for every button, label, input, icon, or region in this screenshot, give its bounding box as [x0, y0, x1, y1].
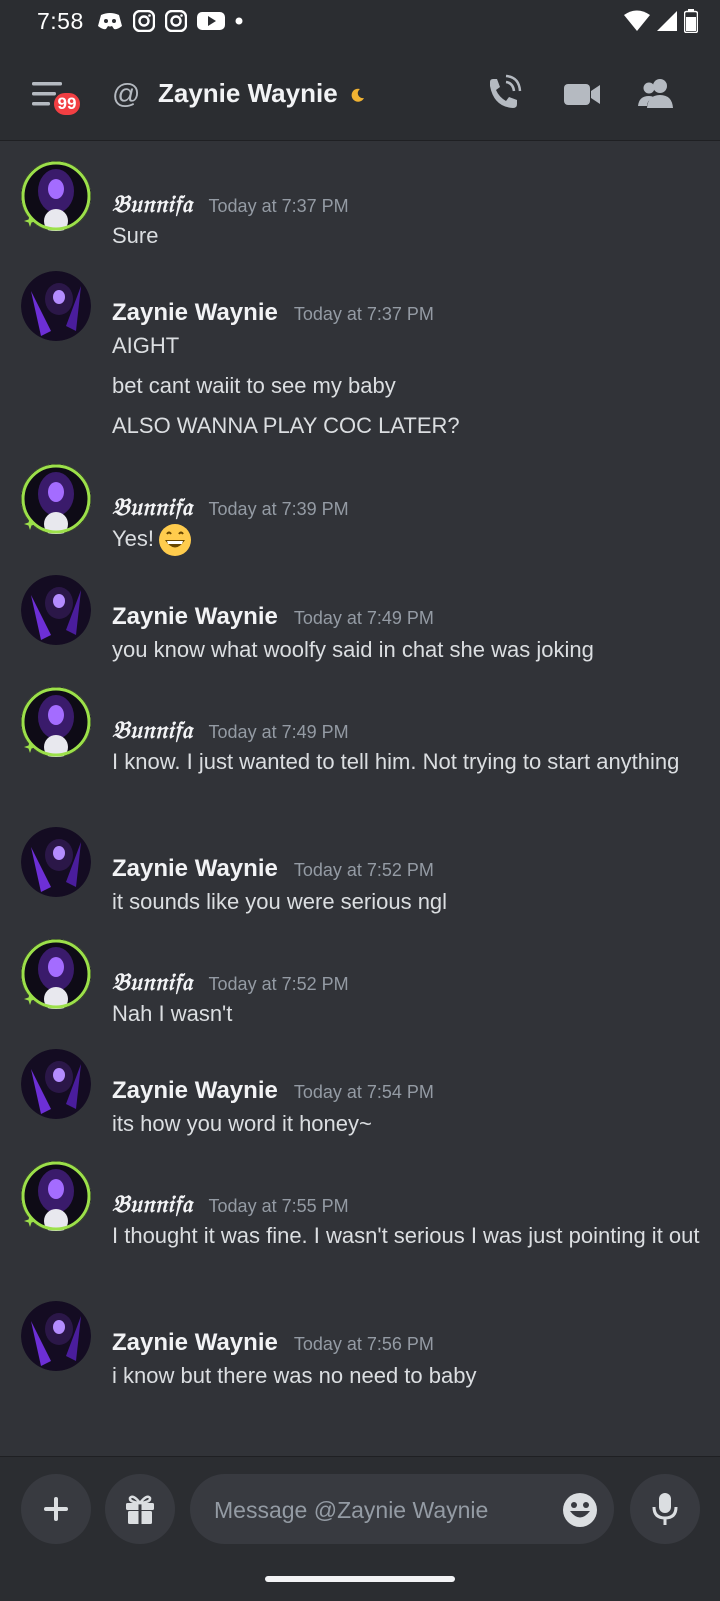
battery-icon — [684, 9, 698, 33]
message-text: AIGHT — [112, 333, 180, 358]
timestamp: Today at 7:39 PM — [208, 499, 349, 519]
author-name[interactable]: 𝔅𝔲𝔫𝔫𝔦𝔣𝔞 — [112, 1189, 193, 1218]
wifi-icon — [624, 10, 650, 31]
instagram-notification-icon — [133, 10, 155, 32]
message-text-content: Yes! — [112, 526, 155, 551]
avatar[interactable] — [21, 1049, 91, 1119]
online-status-icon — [24, 215, 36, 227]
message-text: bet cant waiit to see my baby — [112, 373, 396, 398]
message-header: 𝔅𝔲𝔫𝔫𝔦𝔣𝔞 Today at 7:37 PM — [112, 189, 349, 218]
home-indicator[interactable] — [265, 1576, 455, 1582]
author-name[interactable]: Zaynie Waynie — [112, 855, 278, 883]
timestamp: Today at 7:37 PM — [293, 304, 434, 324]
video-call-button[interactable] — [562, 74, 602, 114]
avatar[interactable] — [21, 271, 91, 341]
author-name[interactable]: 𝔅𝔲𝔫𝔫𝔦𝔣𝔞 — [112, 492, 193, 521]
message-text: I thought it was fine. I wasn't serious … — [112, 1223, 700, 1248]
grinning-face-icon — [159, 524, 192, 557]
plus-icon — [44, 1497, 68, 1521]
avatar[interactable] — [21, 1301, 91, 1371]
page-title[interactable]: Zaynie Waynie — [158, 78, 338, 109]
signal-icon — [657, 11, 677, 31]
message-text: Nah I wasn't — [112, 1001, 233, 1026]
unread-badge: 99 — [52, 91, 82, 117]
timestamp: Today at 7:52 PM — [208, 974, 349, 994]
voice-message-button[interactable] — [630, 1474, 700, 1544]
message-text: you know what woolfy said in chat she wa… — [112, 637, 594, 662]
youtube-notification-icon — [197, 12, 225, 30]
avatar[interactable] — [21, 575, 91, 645]
message-header: 𝔅𝔲𝔫𝔫𝔦𝔣𝔞 Today at 7:52 PM — [112, 967, 349, 996]
timestamp: Today at 7:54 PM — [293, 1082, 434, 1102]
message-header: Zaynie Waynie Today at 7:56 PM — [112, 1329, 434, 1357]
timestamp: Today at 7:49 PM — [293, 608, 434, 628]
gift-icon — [126, 1495, 154, 1524]
call-button[interactable] — [484, 74, 524, 114]
message-header: 𝔅𝔲𝔫𝔫𝔦𝔣𝔞 Today at 7:49 PM — [112, 715, 349, 744]
author-name[interactable]: 𝔅𝔲𝔫𝔫𝔦𝔣𝔞 — [112, 967, 193, 996]
online-status-icon — [24, 993, 36, 1005]
author-name[interactable]: Zaynie Waynie — [112, 1329, 278, 1357]
online-status-icon — [24, 518, 36, 530]
add-attachment-button[interactable] — [21, 1474, 91, 1544]
notification-icons — [97, 10, 243, 32]
message-header: Zaynie Waynie Today at 7:37 PM — [112, 299, 434, 327]
message-input-container — [190, 1474, 614, 1546]
instagram-notification-icon-2 — [165, 10, 187, 32]
message-text: Yes! — [112, 522, 702, 557]
message-text: its how you word it honey~ — [112, 1111, 372, 1136]
author-name[interactable]: 𝔅𝔲𝔫𝔫𝔦𝔣𝔞 — [112, 189, 193, 218]
emoji-picker-button[interactable] — [562, 1492, 598, 1528]
online-status-icon — [24, 1215, 36, 1227]
discord-notification-icon — [98, 13, 122, 30]
timestamp: Today at 7:37 PM — [208, 196, 349, 216]
microphone-icon — [652, 1493, 678, 1525]
gift-button[interactable] — [105, 1474, 175, 1544]
message-input[interactable] — [212, 1474, 546, 1546]
message-text: i know but there was no need to baby — [112, 1363, 477, 1388]
avatar[interactable] — [21, 827, 91, 897]
channel-header: 99 @ Zaynie Waynie — [0, 44, 720, 141]
timestamp: Today at 7:49 PM — [208, 722, 349, 742]
author-name[interactable]: Zaynie Waynie — [112, 299, 278, 327]
online-status-icon — [24, 741, 36, 753]
message-header: Zaynie Waynie Today at 7:54 PM — [112, 1077, 434, 1105]
message-header: 𝔅𝔲𝔫𝔫𝔦𝔣𝔞 Today at 7:39 PM — [112, 492, 349, 521]
message-header: Zaynie Waynie Today at 7:49 PM — [112, 603, 434, 631]
message-text: it sounds like you were serious ngl — [112, 889, 448, 914]
members-button[interactable] — [636, 74, 676, 114]
message-header: Zaynie Waynie Today at 7:52 PM — [112, 855, 434, 883]
author-name[interactable]: 𝔅𝔲𝔫𝔫𝔦𝔣𝔞 — [112, 715, 193, 744]
timestamp: Today at 7:52 PM — [293, 860, 434, 880]
message-text: Sure — [112, 223, 159, 248]
message-text: ALSO WANNA PLAY COC LATER? — [112, 413, 460, 438]
timestamp: Today at 7:56 PM — [293, 1334, 434, 1354]
status-time: 7:58 — [37, 8, 84, 34]
timestamp: Today at 7:55 PM — [208, 1196, 349, 1216]
idle-moon-icon — [351, 88, 364, 102]
system-icons — [624, 9, 698, 33]
message-text: I know. I just wanted to tell him. Not t… — [112, 749, 680, 774]
message-list[interactable]: 𝔅𝔲𝔫𝔫𝔦𝔣𝔞 Today at 7:37 PM Sure Zaynie Way… — [0, 141, 720, 1456]
at-icon: @ — [112, 78, 141, 109]
author-name[interactable]: Zaynie Waynie — [112, 603, 278, 631]
status-bar: 7:58 — [0, 0, 720, 44]
message-header: 𝔅𝔲𝔫𝔫𝔦𝔣𝔞 Today at 7:55 PM — [112, 1189, 349, 1218]
more-notifications-dot-icon — [235, 17, 243, 25]
author-name[interactable]: Zaynie Waynie — [112, 1077, 278, 1105]
